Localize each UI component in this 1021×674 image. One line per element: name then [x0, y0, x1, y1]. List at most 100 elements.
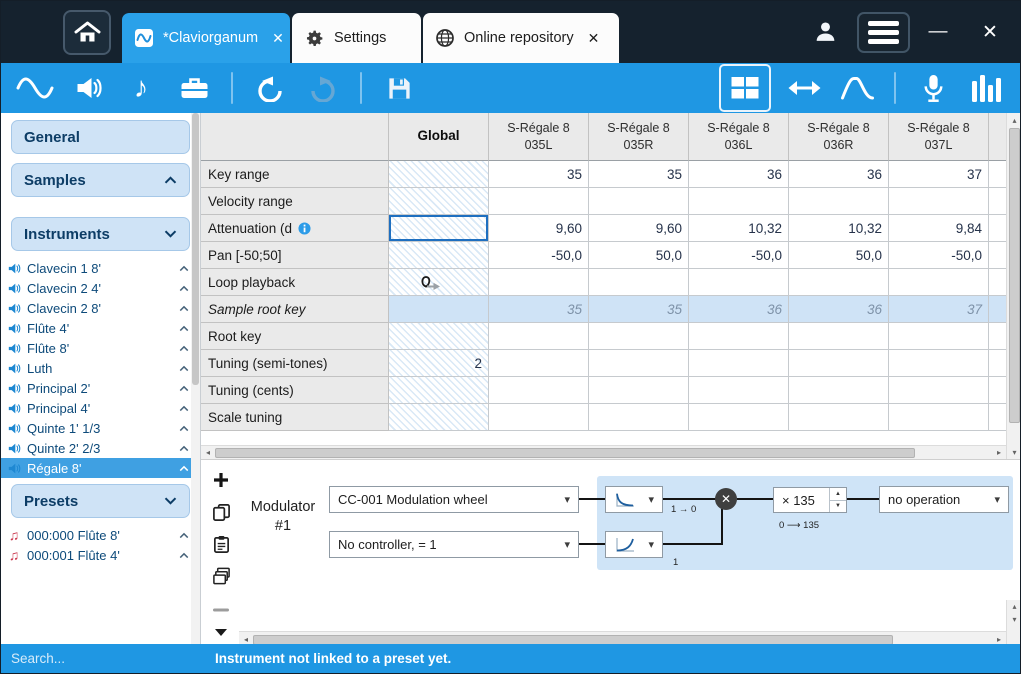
table-cell[interactable] — [689, 188, 789, 215]
instrument-item[interactable]: Luth — [1, 358, 200, 378]
ranges-view-button[interactable] — [784, 66, 824, 110]
global-cell[interactable] — [389, 242, 489, 269]
global-cell[interactable] — [389, 269, 489, 296]
scroll-up-icon[interactable]: ▴ — [1007, 113, 1021, 127]
delete-modulator-button[interactable] — [209, 598, 233, 622]
table-cell[interactable] — [789, 350, 889, 377]
table-cell[interactable] — [889, 350, 989, 377]
table-cell[interactable] — [889, 269, 989, 296]
scrollbar-thumb[interactable] — [215, 448, 915, 458]
sidebar-scrollbar[interactable] — [191, 113, 200, 646]
tab-online-repository[interactable]: Online repository ✕ — [423, 13, 619, 63]
search-input[interactable] — [9, 650, 199, 667]
scroll-right-icon[interactable]: ▸ — [992, 446, 1006, 459]
table-cell[interactable] — [489, 188, 589, 215]
column-header[interactable]: S-Régale 8035L — [489, 113, 589, 161]
table-cell[interactable]: 9,60 — [489, 215, 589, 242]
table-cell[interactable] — [889, 377, 989, 404]
scroll-left-icon[interactable]: ◂ — [201, 446, 215, 459]
table-cell[interactable]: 36 — [789, 161, 889, 188]
table-cell[interactable] — [589, 350, 689, 377]
copy-modulator-button[interactable] — [209, 500, 233, 524]
table-cell[interactable]: 9,84 — [889, 215, 989, 242]
chevron-up-icon[interactable] — [164, 176, 177, 184]
global-cell[interactable] — [389, 188, 489, 215]
table-cell[interactable]: 35 — [489, 296, 589, 323]
collapse-up-icon[interactable] — [179, 445, 189, 452]
paste-modulator-button[interactable] — [209, 532, 233, 556]
table-cell[interactable] — [689, 323, 789, 350]
modulator-operation-select[interactable]: no operation — [879, 486, 1009, 513]
collapse-up-icon[interactable] — [179, 305, 189, 312]
table-cell[interactable]: -50,0 — [689, 242, 789, 269]
table-cell[interactable]: 36 — [789, 296, 889, 323]
table-cell[interactable] — [489, 269, 589, 296]
scroll-down-icon[interactable]: ▾ — [1007, 445, 1021, 459]
scrollbar-thumb[interactable] — [253, 635, 893, 645]
scroll-down-icon[interactable]: ▾ — [1007, 613, 1021, 626]
modulator-shape1-select[interactable] — [605, 486, 663, 513]
save-button[interactable] — [379, 66, 419, 110]
tab-claviorganum[interactable]: *Claviorganum ✕ — [122, 13, 290, 63]
table-cell[interactable] — [689, 377, 789, 404]
table-cell[interactable]: 37 — [889, 161, 989, 188]
add-modulator-button[interactable] — [209, 468, 233, 492]
table-cell[interactable] — [489, 350, 589, 377]
scroll-up-icon[interactable]: ▴ — [1007, 600, 1021, 613]
table-cell[interactable] — [489, 377, 589, 404]
column-header[interactable]: S-Régale 8037L — [889, 113, 989, 161]
table-cell[interactable]: 9,60 — [589, 215, 689, 242]
collapse-up-icon[interactable] — [179, 385, 189, 392]
instruments-section-button[interactable]: Instruments — [11, 217, 190, 251]
toolbox-button[interactable] — [174, 66, 214, 110]
sine-wave-button[interactable] — [15, 66, 55, 110]
close-window-button[interactable]: ✕ — [973, 16, 1007, 48]
table-view-button[interactable] — [719, 64, 771, 112]
modulator-amount-spinner[interactable]: × 135 ▲▼ — [773, 487, 847, 513]
instrument-item[interactable]: Principal 2' — [1, 378, 200, 398]
duplicate-modulator-button[interactable] — [209, 564, 233, 588]
table-cell[interactable]: 50,0 — [589, 242, 689, 269]
collapse-up-icon[interactable] — [179, 285, 189, 292]
table-cell[interactable] — [689, 269, 789, 296]
table-cell[interactable]: 36 — [689, 296, 789, 323]
collapse-up-icon[interactable] — [179, 552, 189, 559]
info-icon[interactable] — [298, 222, 382, 235]
column-header[interactable]: S-Régale 8036L — [689, 113, 789, 161]
minimize-button[interactable]: — — [921, 16, 955, 48]
table-cell[interactable] — [789, 404, 889, 431]
music-note-button[interactable]: ♪ — [121, 66, 161, 110]
collapse-up-icon[interactable] — [179, 265, 189, 272]
instrument-item[interactable]: Flûte 8' — [1, 338, 200, 358]
global-cell[interactable]: 2 — [389, 350, 489, 377]
scroll-down-button[interactable] — [209, 620, 233, 644]
preset-item[interactable]: ♫000:000 Flûte 8' — [1, 525, 200, 545]
global-cell[interactable] — [389, 296, 489, 323]
instrument-item[interactable]: Clavecin 2 8' — [1, 298, 200, 318]
undo-button[interactable] — [250, 66, 290, 110]
table-cell[interactable]: 10,32 — [789, 215, 889, 242]
instrument-item[interactable]: Flûte 4' — [1, 318, 200, 338]
table-cell[interactable]: -50,0 — [489, 242, 589, 269]
table-cell[interactable]: 50,0 — [789, 242, 889, 269]
collapse-up-icon[interactable] — [179, 532, 189, 539]
global-cell[interactable] — [389, 377, 489, 404]
global-cell[interactable] — [389, 215, 489, 242]
global-cell[interactable] — [389, 323, 489, 350]
close-tab-icon[interactable]: ✕ — [588, 31, 600, 45]
table-cell[interactable] — [789, 269, 889, 296]
collapse-up-icon[interactable] — [179, 425, 189, 432]
table-vertical-scrollbar[interactable]: ▴ ▾ — [1006, 113, 1021, 459]
table-cell[interactable] — [889, 188, 989, 215]
scrollbar-thumb[interactable] — [1009, 128, 1020, 423]
spin-up-icon[interactable]: ▲ — [830, 488, 846, 500]
close-tab-icon[interactable]: ✕ — [272, 31, 284, 45]
column-header[interactable]: Global — [389, 113, 489, 161]
column-header[interactable]: S-Régale 8035R — [589, 113, 689, 161]
modulator-source1-select[interactable]: CC-001 Modulation wheel — [329, 486, 579, 513]
table-cell[interactable]: 35 — [589, 296, 689, 323]
table-cell[interactable] — [889, 404, 989, 431]
envelope-view-button[interactable] — [837, 66, 877, 110]
instrument-item[interactable]: Clavecin 2 4' — [1, 278, 200, 298]
table-cell[interactable] — [489, 323, 589, 350]
